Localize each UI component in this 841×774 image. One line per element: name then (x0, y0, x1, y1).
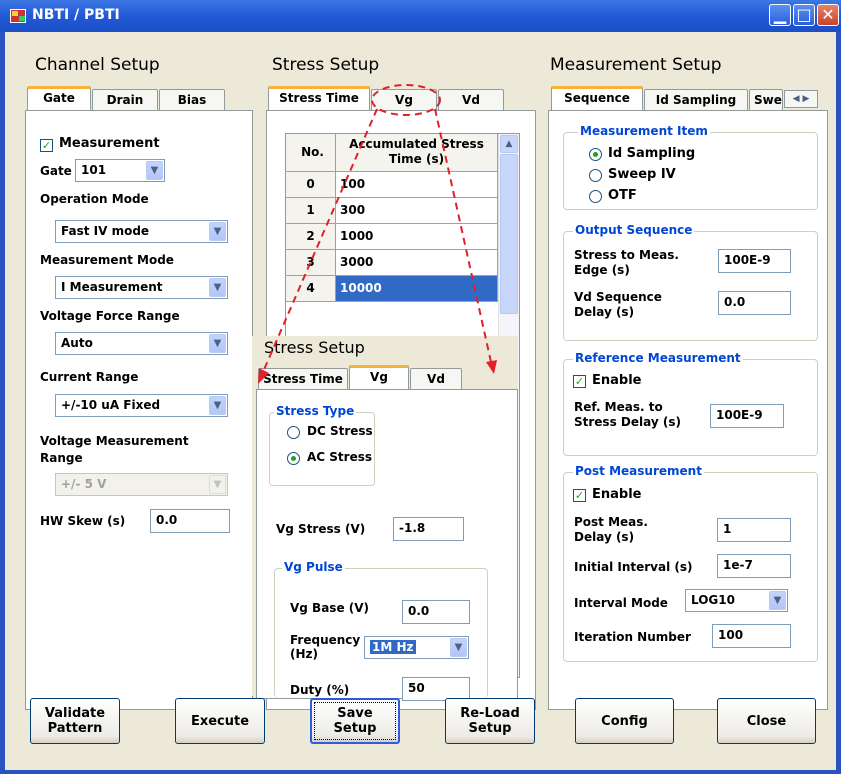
minimize-icon: ▁ (773, 5, 787, 24)
stress-to-meas-input[interactable]: 100E-9 (718, 249, 791, 273)
iteration-input[interactable]: 100 (712, 624, 791, 648)
close-window-button[interactable]: ✕ (817, 4, 839, 26)
sweep-iv-radio[interactable] (589, 169, 602, 182)
annotation-arrowhead-right (486, 360, 497, 374)
tab-scroll-arrows[interactable]: ◀ ▶ (784, 90, 818, 108)
execute-button[interactable]: Execute (175, 698, 265, 744)
annotation-line-right (434, 108, 492, 363)
reload-setup-label: Re-Load Setup (460, 706, 520, 736)
post-enable-label: Enable (592, 487, 642, 502)
interval-mode-select[interactable]: LOG10 ▼ (685, 589, 788, 612)
id-sampling-radio[interactable] (589, 148, 602, 161)
tab-sweep[interactable]: Swe (749, 89, 783, 111)
stress-to-meas-label: Stress to Meas. Edge (s) (574, 248, 679, 277)
measurement-item-title: Measurement Item (578, 124, 710, 138)
reload-setup-button[interactable]: Re-Load Setup (445, 698, 535, 744)
execute-label: Execute (190, 713, 250, 729)
window-title: NBTI / PBTI (32, 7, 120, 23)
ref-delay-label: Ref. Meas. to Stress Delay (s) (574, 400, 681, 429)
otf-radio[interactable] (589, 190, 602, 203)
close-label: Close (746, 713, 787, 729)
title-bar: NBTI / PBTI ▁ □ ✕ (0, 0, 841, 32)
sweep-iv-label: Sweep IV (608, 167, 676, 182)
minimize-button[interactable]: ▁ (769, 4, 791, 26)
validate-pattern-button[interactable]: Validate Pattern (30, 698, 120, 744)
validate-pattern-label: Validate Pattern (44, 706, 106, 736)
ref-delay-input[interactable]: 100E-9 (710, 404, 784, 428)
annotation-arrowhead-left (258, 368, 269, 384)
annotation-line-left (262, 108, 378, 373)
iteration-label: Iteration Number (574, 630, 691, 644)
chevron-down-icon: ▼ (769, 591, 786, 610)
maximize-button[interactable]: □ (793, 4, 815, 26)
vd-sequence-input[interactable]: 0.0 (718, 291, 791, 315)
post-measurement-title: Post Measurement (573, 464, 704, 478)
tab-id-sampling[interactable]: Id Sampling (644, 89, 748, 111)
maximize-icon: □ (796, 5, 812, 24)
app-icon (10, 9, 26, 23)
interval-mode-label: Interval Mode (574, 596, 668, 610)
initial-interval-label: Initial Interval (s) (574, 560, 693, 574)
reference-measurement-title: Reference Measurement (573, 351, 743, 365)
save-setup-button[interactable]: Save Setup (310, 698, 400, 744)
post-enable-checkbox[interactable]: ✓ (573, 489, 586, 502)
close-button[interactable]: Close (717, 698, 816, 744)
initial-interval-input[interactable]: 1e-7 (717, 554, 791, 578)
output-sequence-title: Output Sequence (573, 223, 695, 237)
post-delay-label: Post Meas. Delay (s) (574, 515, 648, 544)
app-window: NBTI / PBTI ▁ □ ✕ Channel Setup Gate Dra… (0, 0, 841, 774)
ref-enable-checkbox[interactable]: ✓ (573, 375, 586, 388)
close-icon: ✕ (821, 5, 835, 24)
tab-sequence[interactable]: Sequence (551, 86, 643, 110)
post-delay-input[interactable]: 1 (717, 518, 791, 542)
ref-enable-label: Enable (592, 373, 642, 388)
vd-sequence-label: Vd Sequence Delay (s) (574, 290, 662, 319)
config-label: Config (601, 713, 648, 729)
measurement-setup-heading: Measurement Setup (550, 55, 722, 75)
id-sampling-label: Id Sampling (608, 146, 696, 161)
client-area: Channel Setup Gate Drain Bias ✓ Measurem… (5, 32, 836, 770)
interval-mode-value: LOG10 (691, 593, 735, 607)
chevron-left-icon[interactable]: ◀ (793, 94, 800, 104)
otf-label: OTF (608, 188, 637, 203)
config-button[interactable]: Config (575, 698, 674, 744)
chevron-right-icon[interactable]: ▶ (802, 94, 809, 104)
annotation-ellipse (371, 84, 441, 116)
save-setup-label: Save Setup (333, 706, 377, 736)
